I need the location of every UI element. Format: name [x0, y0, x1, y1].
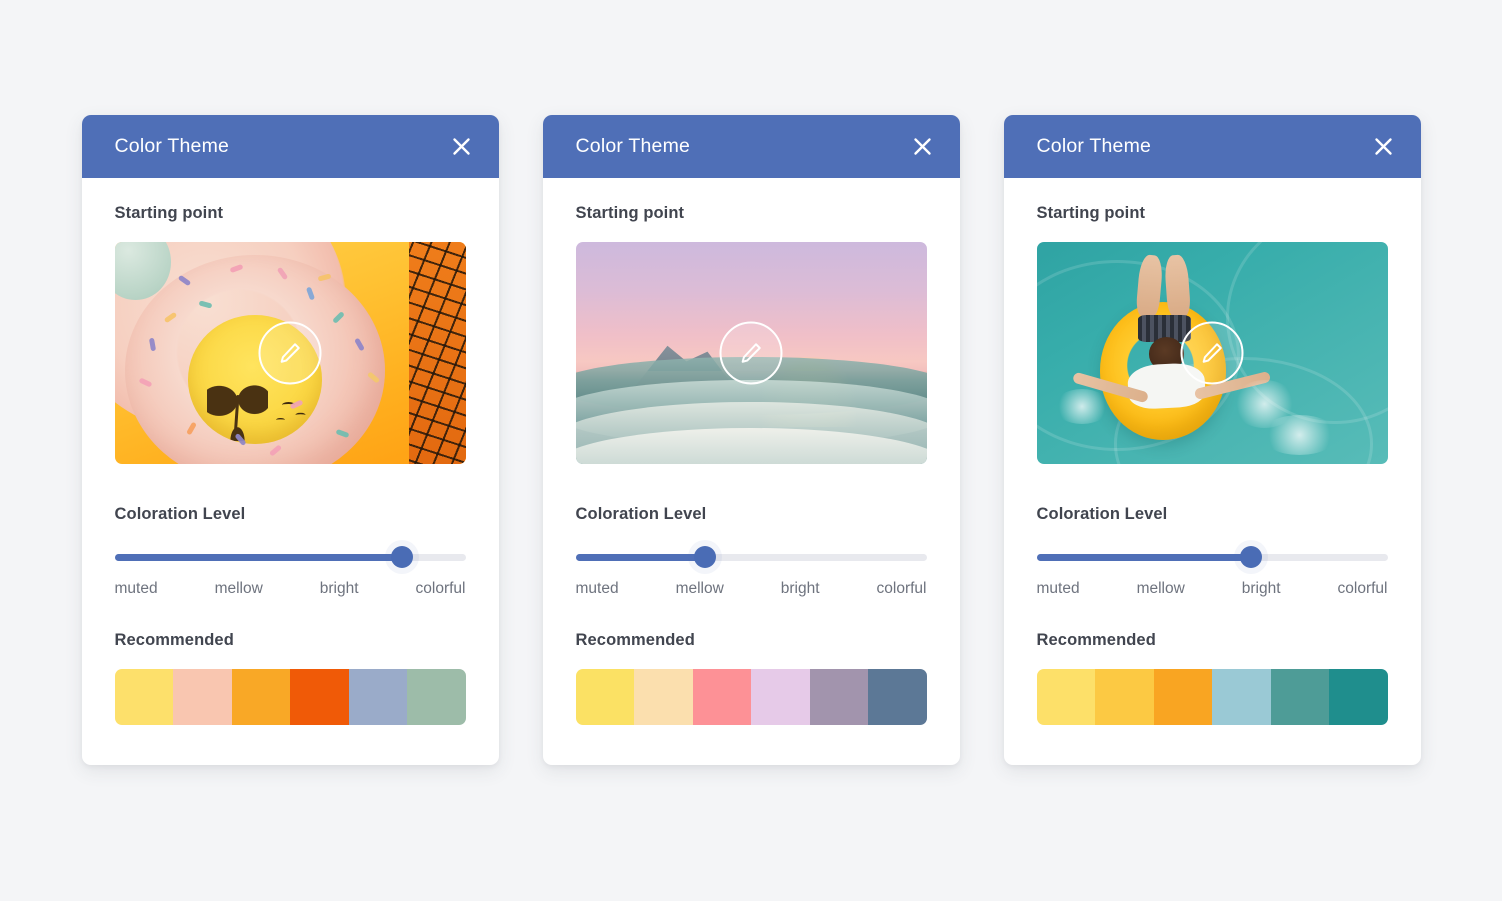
palette-swatch[interactable] — [1212, 669, 1271, 725]
scale-label-bright[interactable]: bright — [320, 580, 359, 598]
recommended-block: Recommended — [1036, 631, 1388, 725]
coloration-slider[interactable] — [114, 546, 466, 568]
palette-swatch[interactable] — [751, 669, 810, 725]
slider-fill — [575, 553, 706, 561]
edit-image-button[interactable] — [258, 321, 322, 385]
palette-swatch[interactable] — [809, 669, 868, 725]
coloration-level-label: Coloration Level — [575, 505, 707, 523]
starting-point-image[interactable] — [114, 242, 466, 464]
slider-scale: muted mellow bright colorful — [576, 580, 927, 598]
palette-swatch[interactable] — [290, 669, 349, 725]
palette-swatch[interactable] — [407, 669, 466, 725]
starting-point-label: Starting point — [114, 204, 224, 222]
palette-swatch[interactable] — [231, 669, 290, 725]
slider-scale: muted mellow bright colorful — [115, 580, 466, 598]
coloration-slider[interactable] — [575, 546, 927, 568]
slider-scale: muted mellow bright colorful — [1037, 580, 1388, 598]
palette-swatch[interactable] — [575, 669, 634, 725]
slider-thumb[interactable] — [391, 546, 414, 568]
starting-point-label: Starting point — [1036, 204, 1146, 222]
pencil-icon — [741, 343, 761, 363]
scale-label-colorful[interactable]: colorful — [416, 580, 466, 598]
slider-thumb[interactable] — [694, 546, 717, 568]
palette-swatch[interactable] — [348, 669, 407, 725]
palette-swatch[interactable] — [1153, 669, 1212, 725]
card-body: Starting point Coloration Level muted me… — [543, 178, 960, 765]
coloration-level-block: Coloration Level muted mellow bright col… — [1036, 505, 1388, 598]
card-body: Starting point Coloration Level muted me… — [1004, 178, 1421, 765]
recommended-label: Recommended — [575, 631, 695, 649]
coloration-level-label: Coloration Level — [1036, 505, 1168, 523]
palette-swatch[interactable] — [1270, 669, 1329, 725]
recommended-palette — [575, 669, 927, 725]
palette-swatch[interactable] — [114, 669, 173, 725]
recommended-label: Recommended — [114, 631, 234, 649]
scale-label-mellow[interactable]: mellow — [215, 580, 263, 598]
slider-fill — [1036, 553, 1251, 561]
recommended-label: Recommended — [1036, 631, 1156, 649]
pencil-icon — [1202, 343, 1222, 363]
card-header: Color Theme — [542, 115, 960, 178]
recommended-palette — [114, 669, 466, 725]
coloration-slider[interactable] — [1036, 546, 1388, 568]
palette-swatch[interactable] — [634, 669, 693, 725]
card-header: Color Theme — [1003, 115, 1421, 178]
scale-label-mellow[interactable]: mellow — [676, 580, 724, 598]
color-theme-card: Color Theme Starting point Coloration Le… — [1003, 115, 1421, 765]
scale-label-colorful[interactable]: colorful — [877, 580, 927, 598]
close-icon — [914, 138, 931, 155]
starting-point-label: Starting point — [575, 204, 685, 222]
palette-swatch[interactable] — [1036, 669, 1095, 725]
recommended-block: Recommended — [575, 631, 927, 725]
close-icon — [453, 138, 470, 155]
scale-label-muted[interactable]: muted — [1037, 580, 1080, 598]
scale-label-colorful[interactable]: colorful — [1338, 580, 1388, 598]
cards-board: Color Theme Starting point Coloration Le… — [0, 0, 1502, 901]
close-button[interactable] — [1369, 132, 1399, 162]
card-header: Color Theme — [81, 115, 499, 178]
scale-label-muted[interactable]: muted — [576, 580, 619, 598]
edit-image-button[interactable] — [1180, 321, 1244, 385]
slider-fill — [114, 553, 403, 561]
palette-swatch[interactable] — [1329, 669, 1388, 725]
starting-point-image[interactable] — [575, 242, 927, 464]
scale-label-bright[interactable]: bright — [1242, 580, 1281, 598]
palette-swatch[interactable] — [868, 669, 927, 725]
starting-point-image[interactable] — [1036, 242, 1388, 464]
scale-label-bright[interactable]: bright — [781, 580, 820, 598]
palette-swatch[interactable] — [692, 669, 751, 725]
coloration-level-block: Coloration Level muted mellow bright col… — [114, 505, 466, 598]
color-theme-card: Color Theme Starting point Coloration Le… — [81, 115, 499, 765]
close-button[interactable] — [447, 132, 477, 162]
page-title: Color Theme — [114, 135, 230, 157]
palette-swatch[interactable] — [173, 669, 232, 725]
recommended-palette — [1036, 669, 1388, 725]
pencil-icon — [280, 343, 300, 363]
page-title: Color Theme — [575, 135, 691, 157]
slider-thumb[interactable] — [1239, 546, 1262, 568]
scale-label-muted[interactable]: muted — [115, 580, 158, 598]
page-title: Color Theme — [1036, 135, 1152, 157]
card-body: Starting point Coloration Level muted me… — [82, 178, 499, 765]
scale-label-mellow[interactable]: mellow — [1137, 580, 1185, 598]
coloration-level-label: Coloration Level — [114, 505, 246, 523]
edit-image-button[interactable] — [719, 321, 783, 385]
palette-swatch[interactable] — [1095, 669, 1154, 725]
coloration-level-block: Coloration Level muted mellow bright col… — [575, 505, 927, 598]
close-icon — [1375, 138, 1392, 155]
color-theme-card: Color Theme Starting point Coloration Le… — [542, 115, 960, 765]
close-button[interactable] — [908, 132, 938, 162]
recommended-block: Recommended — [114, 631, 466, 725]
